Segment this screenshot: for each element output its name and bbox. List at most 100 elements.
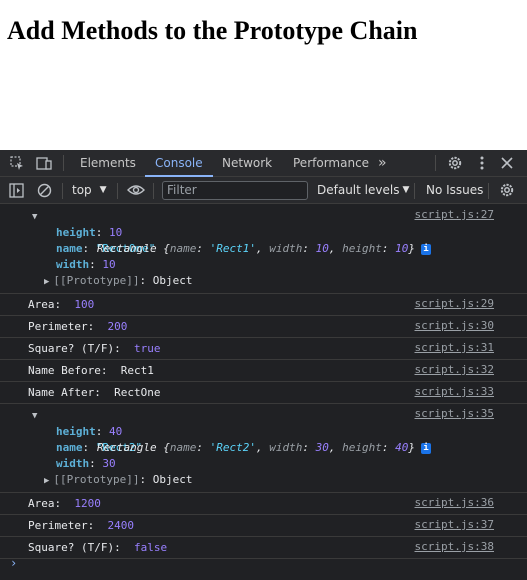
summary-value: 30	[315, 441, 329, 454]
prototype-key: [[Prototype]]	[53, 473, 140, 486]
sidebar-toggle-icon[interactable]	[8, 182, 24, 198]
expand-triangle-icon[interactable]: ▼	[32, 209, 37, 225]
toolbar-divider	[153, 183, 154, 199]
summary-key: name	[169, 242, 197, 255]
toolbar-divider	[488, 183, 489, 199]
summary-key: width	[269, 242, 303, 255]
console-log-line: Square? (T/F): true script.js:31	[0, 338, 527, 360]
object-class-name: Rectangle	[96, 242, 157, 255]
console-prompt-chevron-icon[interactable]: ›	[10, 556, 17, 570]
prototype-value: Object	[152, 274, 193, 287]
console-log-line: Perimeter: 200 script.js:30	[0, 316, 527, 338]
live-expression-eye-icon[interactable]	[127, 182, 145, 198]
source-link[interactable]: script.js:36	[415, 496, 494, 509]
filter-input[interactable]: Filter	[162, 181, 308, 200]
summary-key: height	[342, 441, 382, 454]
log-value: 100	[74, 298, 95, 311]
log-label: Square? (T/F):	[28, 342, 134, 355]
toolbar-divider	[117, 183, 118, 199]
tab-network[interactable]: Network	[222, 150, 272, 176]
console-settings-gear-icon[interactable]	[499, 182, 515, 198]
summary-key: height	[342, 242, 382, 255]
inspect-element-icon[interactable]	[9, 155, 25, 171]
property-value: 40	[109, 425, 123, 438]
tab-elements[interactable]: Elements	[80, 150, 136, 176]
chevron-down-icon: ▼	[402, 185, 410, 195]
log-label: Name After:	[28, 386, 115, 399]
object-property: width: 10	[56, 258, 116, 271]
console-log-line: Area: 100 script.js:29	[0, 294, 527, 316]
object-class-name: Rectangle	[96, 441, 157, 454]
toolbar-divider	[414, 183, 415, 199]
toolbar-divider	[62, 183, 63, 199]
prototype-value: Object	[152, 473, 193, 486]
tab-console[interactable]: Console	[145, 150, 213, 177]
source-link[interactable]: script.js:35	[415, 407, 494, 420]
log-value: 2400	[107, 519, 134, 532]
tabbar-divider	[63, 155, 64, 171]
source-link[interactable]: script.js:38	[415, 540, 494, 553]
issues-button[interactable]: No Issues	[426, 183, 483, 197]
log-value: Rect1	[120, 364, 154, 377]
log-label: Square? (T/F):	[28, 541, 134, 554]
object-property: width: 30	[56, 457, 116, 470]
summary-value: 'Rect1'	[209, 242, 256, 255]
summary-key: name	[169, 441, 197, 454]
console-log-line: Square? (T/F): false script.js:38	[0, 537, 527, 559]
log-label: Perimeter:	[28, 320, 108, 333]
summary-value: 10	[395, 242, 409, 255]
tab-performance[interactable]: Performance	[293, 150, 369, 176]
page-viewport: Add Methods to the Prototype Chain	[0, 0, 527, 150]
source-link[interactable]: script.js:32	[415, 363, 494, 376]
collapsed-triangle-icon[interactable]: ▶	[44, 476, 49, 486]
log-group-2: Area: 1200 script.js:36 Perimeter: 2400 scr…	[0, 493, 527, 559]
info-icon[interactable]: i	[420, 243, 431, 255]
console-object-entry[interactable]: ▼ Rectangle {name: 'Rect2', width: 30, h…	[0, 404, 527, 493]
console-object-entry[interactable]: ▼ Rectangle {name: 'Rect1', width: 10, h…	[0, 205, 527, 294]
console-toolbar: top ▼ Filter Default levels ▼ No Issues	[0, 177, 527, 204]
close-icon[interactable]	[499, 155, 515, 171]
collapsed-triangle-icon[interactable]: ▶	[44, 277, 49, 287]
expand-triangle-icon[interactable]: ▼	[32, 408, 37, 424]
summary-value: 'Rect2'	[209, 441, 256, 454]
console-log-line: Name After: RectOne script.js:33	[0, 382, 527, 404]
source-link[interactable]: script.js:33	[415, 385, 494, 398]
more-options-icon[interactable]	[474, 155, 490, 171]
log-levels-label: Default levels	[317, 183, 400, 197]
source-link[interactable]: script.js:37	[415, 518, 494, 531]
source-link[interactable]: script.js:27	[415, 208, 494, 221]
summary-key: width	[269, 441, 303, 454]
source-link[interactable]: script.js:30	[415, 319, 494, 332]
property-value: 10	[102, 258, 116, 271]
console-log-line: Perimeter: 2400 script.js:37	[0, 515, 527, 537]
context-selector-label: top	[72, 183, 92, 197]
log-label: Area:	[28, 298, 75, 311]
chevron-down-icon: ▼	[99, 185, 107, 195]
console-messages: ▼ Rectangle {name: 'Rect1', width: 10, h…	[0, 205, 527, 559]
log-levels-dropdown[interactable]: Default levels ▼	[317, 183, 409, 197]
log-value: 1200	[74, 497, 101, 510]
context-selector[interactable]: top ▼	[72, 183, 107, 197]
devtools-tabbar: Elements Console Network Performance »	[0, 150, 527, 177]
property-value: 10	[109, 226, 123, 239]
info-icon[interactable]: i	[420, 442, 431, 454]
source-link[interactable]: script.js:31	[415, 341, 494, 354]
summary-value: 10	[315, 242, 329, 255]
prototype-entry[interactable]: ▶ [[Prototype]]: Object	[0, 472, 527, 488]
property-value: 30	[102, 457, 116, 470]
console-log-line: Area: 1200 script.js:36	[0, 493, 527, 515]
log-value: true	[133, 342, 161, 355]
page-heading: Add Methods to the Prototype Chain	[7, 16, 418, 45]
summary-value: 40	[395, 441, 409, 454]
settings-gear-icon[interactable]	[447, 155, 463, 171]
source-link[interactable]: script.js:29	[415, 297, 494, 310]
log-value: 200	[107, 320, 128, 333]
device-toolbar-icon[interactable]	[36, 155, 52, 171]
log-value: RectOne	[114, 386, 161, 399]
log-label: Perimeter:	[28, 519, 108, 532]
devtools-panel: Elements Console Network Performance » t…	[0, 150, 527, 580]
prototype-entry[interactable]: ▶ [[Prototype]]: Object	[0, 273, 527, 289]
more-tabs-button[interactable]: »	[378, 150, 387, 176]
clear-console-icon[interactable]	[36, 182, 52, 198]
log-label: Area:	[28, 497, 75, 510]
